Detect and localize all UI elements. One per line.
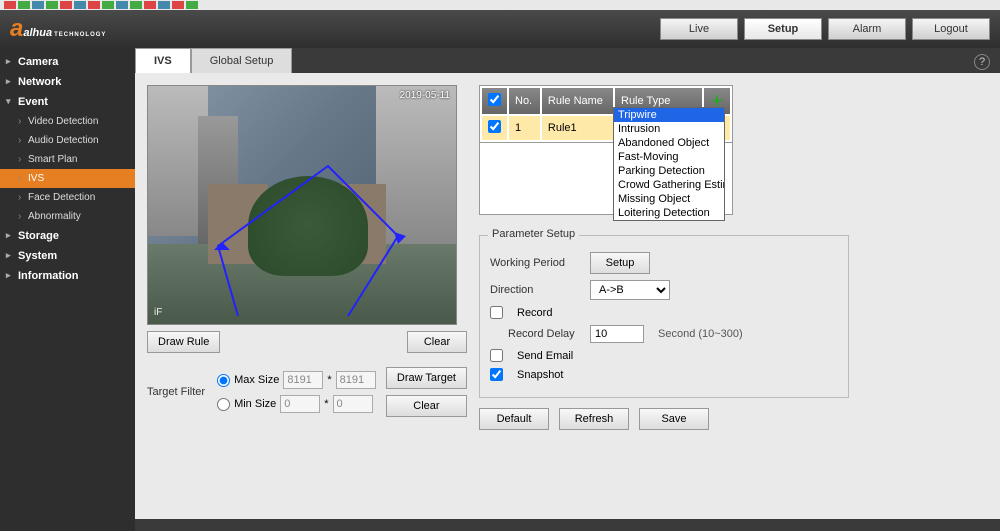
target-filter-label: Target Filter (147, 386, 205, 398)
sidebar-item-camera[interactable]: Camera (0, 52, 135, 72)
min-size-label: Min Size (234, 398, 276, 410)
sidebar-item-smart-plan[interactable]: Smart Plan (0, 150, 135, 169)
rule-type-option[interactable]: Parking Detection (614, 164, 724, 178)
rule-hdr-name: Rule Name (542, 88, 613, 114)
snapshot-label: Snapshot (517, 369, 563, 381)
brand-logo: aalhua TECHNOLOGY (10, 15, 106, 43)
sidebar-item-video-detection[interactable]: Video Detection (0, 112, 135, 131)
working-period-setup-button[interactable]: Setup (590, 252, 650, 274)
max-size-radio[interactable] (217, 374, 230, 387)
rule-type-dropdown[interactable]: Tripwire Intrusion Abandoned Object Fast… (613, 107, 725, 221)
record-delay-label: Record Delay (490, 328, 580, 340)
rule-type-option[interactable]: Intrusion (614, 122, 724, 136)
max-width-input[interactable] (283, 371, 323, 389)
parameter-setup-box: Parameter Setup Working Period Setup Dir… (479, 235, 849, 398)
draw-target-button[interactable]: Draw Target (386, 367, 467, 389)
rule-check-all[interactable] (488, 93, 501, 106)
rule-type-option[interactable]: Fast-Moving (614, 150, 724, 164)
rule-type-option[interactable]: Loitering Detection (614, 206, 724, 220)
send-email-checkbox[interactable] (490, 349, 503, 362)
app-header: aalhua TECHNOLOGY Live Setup Alarm Logou… (0, 10, 1000, 48)
rule-type-option[interactable]: Crowd Gathering Estimation (614, 178, 724, 192)
sidebar-item-event[interactable]: Event (0, 92, 135, 112)
min-height-input[interactable] (333, 395, 373, 413)
rule-type-option[interactable]: Missing Object (614, 192, 724, 206)
max-height-input[interactable] (336, 371, 376, 389)
record-delay-hint: Second (10~300) (658, 328, 743, 340)
clear-target-button[interactable]: Clear (386, 395, 467, 417)
sidebar: Camera Network Event Video Detection Aud… (0, 48, 135, 531)
sidebar-item-face-detection[interactable]: Face Detection (0, 188, 135, 207)
video-timestamp: 2019-05-11 (400, 90, 450, 101)
alarm-button[interactable]: Alarm (828, 18, 906, 40)
direction-select[interactable]: A->B (590, 280, 670, 300)
rule-type-option[interactable]: Abandoned Object (614, 136, 724, 150)
min-size-radio[interactable] (217, 398, 230, 411)
help-icon[interactable]: ? (974, 54, 990, 70)
max-size-label: Max Size (234, 374, 279, 386)
sidebar-item-storage[interactable]: Storage (0, 226, 135, 246)
video-label: iF (154, 307, 162, 318)
save-button[interactable]: Save (639, 408, 709, 430)
sidebar-item-audio-detection[interactable]: Audio Detection (0, 131, 135, 150)
record-delay-input[interactable] (590, 325, 644, 343)
working-period-label: Working Period (490, 257, 580, 269)
rule-type-option[interactable]: Tripwire (614, 108, 724, 122)
rule-hdr-no: No. (509, 88, 540, 114)
sidebar-item-ivs[interactable]: IVS (0, 169, 135, 188)
clear-rule-button[interactable]: Clear (407, 331, 467, 353)
sidebar-item-system[interactable]: System (0, 246, 135, 266)
tab-ivs[interactable]: IVS (135, 48, 191, 73)
content-area: IVS Global Setup ? 2019-05-11 iF (135, 48, 1000, 531)
tab-global-setup[interactable]: Global Setup (191, 48, 293, 73)
draw-rule-button[interactable]: Draw Rule (147, 331, 220, 353)
live-button[interactable]: Live (660, 18, 738, 40)
setup-button[interactable]: Setup (744, 18, 822, 40)
video-preview[interactable]: 2019-05-11 iF (147, 85, 457, 325)
refresh-button[interactable]: Refresh (559, 408, 629, 430)
brand-sub: TECHNOLOGY (54, 32, 106, 38)
send-email-label: Send Email (517, 350, 573, 362)
rule-row-check[interactable] (488, 120, 501, 133)
logout-button[interactable]: Logout (912, 18, 990, 40)
snapshot-checkbox[interactable] (490, 368, 503, 381)
min-width-input[interactable] (280, 395, 320, 413)
browser-tabstrip (0, 0, 1000, 10)
param-legend: Parameter Setup (488, 228, 579, 240)
rule-row-name[interactable]: Rule1 (542, 116, 613, 140)
direction-label: Direction (490, 284, 580, 296)
sidebar-item-information[interactable]: Information (0, 266, 135, 286)
brand-name: alhua (23, 27, 52, 39)
record-checkbox[interactable] (490, 306, 503, 319)
rule-row-no: 1 (509, 116, 540, 140)
sidebar-item-abnormality[interactable]: Abnormality (0, 207, 135, 226)
record-label: Record (517, 307, 552, 319)
sidebar-item-network[interactable]: Network (0, 72, 135, 92)
default-button[interactable]: Default (479, 408, 549, 430)
